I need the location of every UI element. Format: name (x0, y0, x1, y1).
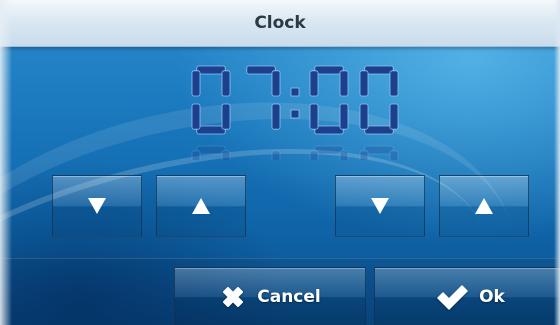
digit-segment (196, 65, 226, 75)
digit-segment (191, 70, 201, 97)
digit-segment (364, 65, 394, 75)
arrow-up-icon (475, 198, 493, 214)
digit-segment (359, 103, 369, 130)
digit-segment (389, 150, 399, 177)
digit-segment (359, 70, 369, 97)
cancel-label: Cancel (257, 287, 321, 307)
digit-segment (314, 65, 344, 75)
arrow-down-icon (371, 198, 389, 214)
digit-segment (339, 70, 349, 97)
time-display-reflection (190, 140, 400, 215)
arrow-down-icon (88, 198, 106, 214)
dialog-title: Clock (254, 13, 306, 33)
time-display: 07 : 00 (190, 60, 400, 140)
minutes-up-button[interactable] (439, 175, 529, 237)
time-display-digits (191, 65, 399, 135)
digit-segment (314, 125, 344, 135)
reflection-digits (191, 145, 399, 215)
window-left-edge (0, 0, 12, 325)
colon-dot (290, 109, 300, 119)
ok-label: Ok (479, 287, 505, 307)
title-bar: Clock (0, 0, 560, 47)
digit-segment (196, 125, 226, 135)
digit-segment (271, 150, 281, 177)
digit-segment (314, 145, 344, 155)
digit-segment (221, 150, 231, 177)
hours-down-button[interactable] (52, 175, 142, 237)
digit-segment (191, 150, 201, 177)
digit-segment (221, 103, 231, 130)
ok-button[interactable]: Ok (374, 267, 560, 325)
checkmark-icon (437, 285, 468, 310)
cancel-button[interactable]: Cancel (174, 267, 366, 325)
digit-segment (359, 150, 369, 177)
x-icon (223, 287, 244, 307)
digit-segment (191, 103, 201, 130)
digit-segment (309, 150, 319, 177)
digit-segment (221, 70, 231, 97)
hours-up-button[interactable] (156, 175, 246, 237)
digit-segment (309, 70, 319, 97)
digit-segment (271, 70, 281, 97)
digit-segment (364, 145, 394, 155)
digit-segment (196, 145, 226, 155)
digit-segment (339, 150, 349, 177)
digit-segment (271, 103, 281, 130)
digit-segment (309, 103, 319, 130)
digit-segment (246, 65, 276, 75)
digit-segment (389, 70, 399, 97)
minutes-down-button[interactable] (335, 175, 425, 237)
clock-dialog: Clock 07 : 00 Cancel Ok (0, 0, 560, 325)
digit-segment (364, 125, 394, 135)
colon-dot (290, 87, 300, 97)
arrow-up-icon (192, 198, 210, 214)
digit-segment (389, 103, 399, 130)
digit-segment (339, 103, 349, 130)
window-right-edge (554, 0, 560, 325)
